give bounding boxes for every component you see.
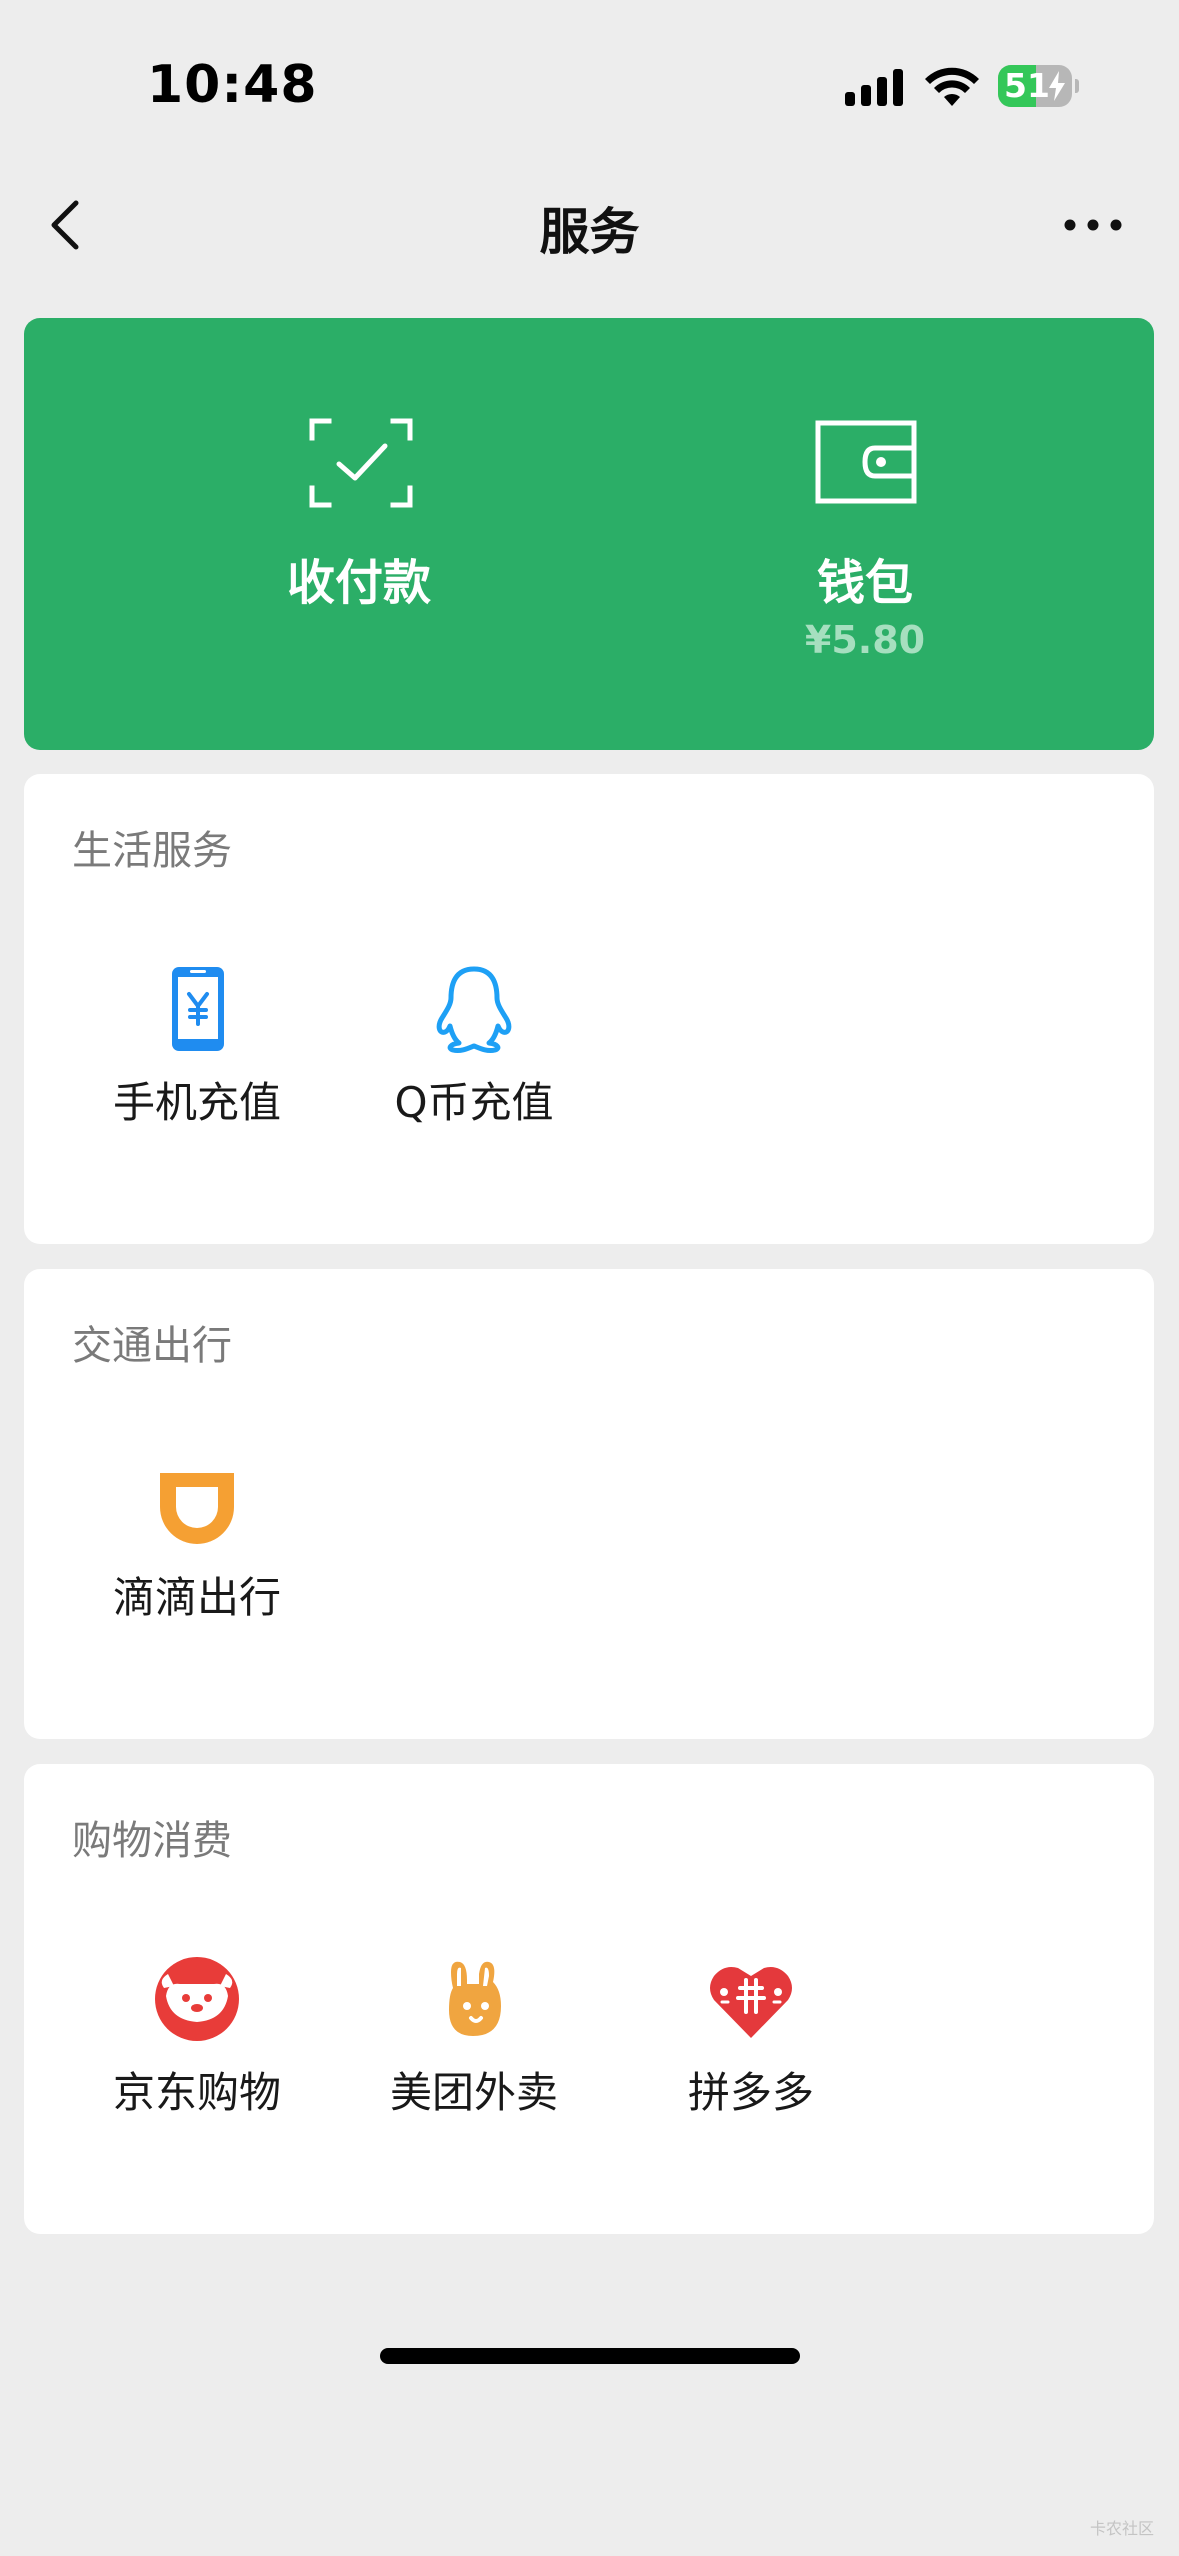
cellular-signal-icon xyxy=(845,69,903,106)
service-label: 美团外卖 xyxy=(389,2068,558,2117)
wallet-label: 钱包 xyxy=(816,555,913,611)
pay-receive-button[interactable]: 收付款 xyxy=(159,318,559,750)
section-title: 生活服务 xyxy=(72,828,232,874)
meituan-button[interactable]: 美团外卖 xyxy=(339,1954,609,2154)
wallet-button[interactable]: 钱包 ¥5.80 xyxy=(665,318,1065,750)
section-shopping: 购物消费 京东购物 美团外卖 拼多多 xyxy=(24,1764,1154,2234)
section-title: 交通出行 xyxy=(72,1323,232,1369)
mobile-topup-icon xyxy=(172,967,224,1051)
service-label: 手机充值 xyxy=(112,1078,281,1127)
section-transport: 交通出行 滴滴出行 xyxy=(24,1269,1154,1739)
more-button[interactable] xyxy=(1060,190,1130,260)
nav-bar: 服务 xyxy=(0,170,1179,285)
pay-receive-label: 收付款 xyxy=(286,555,431,611)
service-label: Q币充值 xyxy=(394,1078,554,1127)
meituan-rabbit-icon xyxy=(449,1961,501,2036)
home-indicator[interactable] xyxy=(380,2348,800,2364)
mobile-topup-button[interactable]: 手机充值 xyxy=(62,964,332,1164)
section-title: 购物消费 xyxy=(72,1818,232,1864)
service-label: 拼多多 xyxy=(687,2068,814,2117)
ellipsis-icon xyxy=(1064,219,1122,231)
jd-shopping-button[interactable]: 京东购物 xyxy=(62,1954,332,2154)
wifi-icon xyxy=(925,67,979,106)
battery-level: 51 xyxy=(1004,66,1050,105)
qq-penguin-icon xyxy=(436,966,512,1053)
didi-icon xyxy=(160,1473,234,1544)
status-bar: 10:48 51 xyxy=(0,0,1179,150)
watermark: 卡农社区 xyxy=(1090,2519,1155,2538)
page-title: 服务 xyxy=(539,203,640,261)
scan-check-icon xyxy=(309,418,413,508)
pay-card: 收付款 钱包 ¥5.80 xyxy=(24,318,1154,750)
jd-dog-icon xyxy=(155,1957,239,2041)
battery-charging-icon: 51 xyxy=(998,65,1079,109)
section-life-services: 生活服务 手机充值 Q币充值 xyxy=(24,774,1154,1244)
pinduoduo-button[interactable]: 拼多多 xyxy=(616,1954,886,2154)
service-label: 滴滴出行 xyxy=(112,1573,281,1622)
wallet-icon xyxy=(815,420,917,504)
qcoin-topup-button[interactable]: Q币充值 xyxy=(339,964,609,1164)
status-time: 10:48 xyxy=(147,55,318,115)
service-label: 京东购物 xyxy=(112,2068,281,2117)
pinduoduo-icon xyxy=(710,1967,792,2038)
wallet-balance: ¥5.80 xyxy=(804,618,926,662)
didi-button[interactable]: 滴滴出行 xyxy=(62,1459,332,1659)
